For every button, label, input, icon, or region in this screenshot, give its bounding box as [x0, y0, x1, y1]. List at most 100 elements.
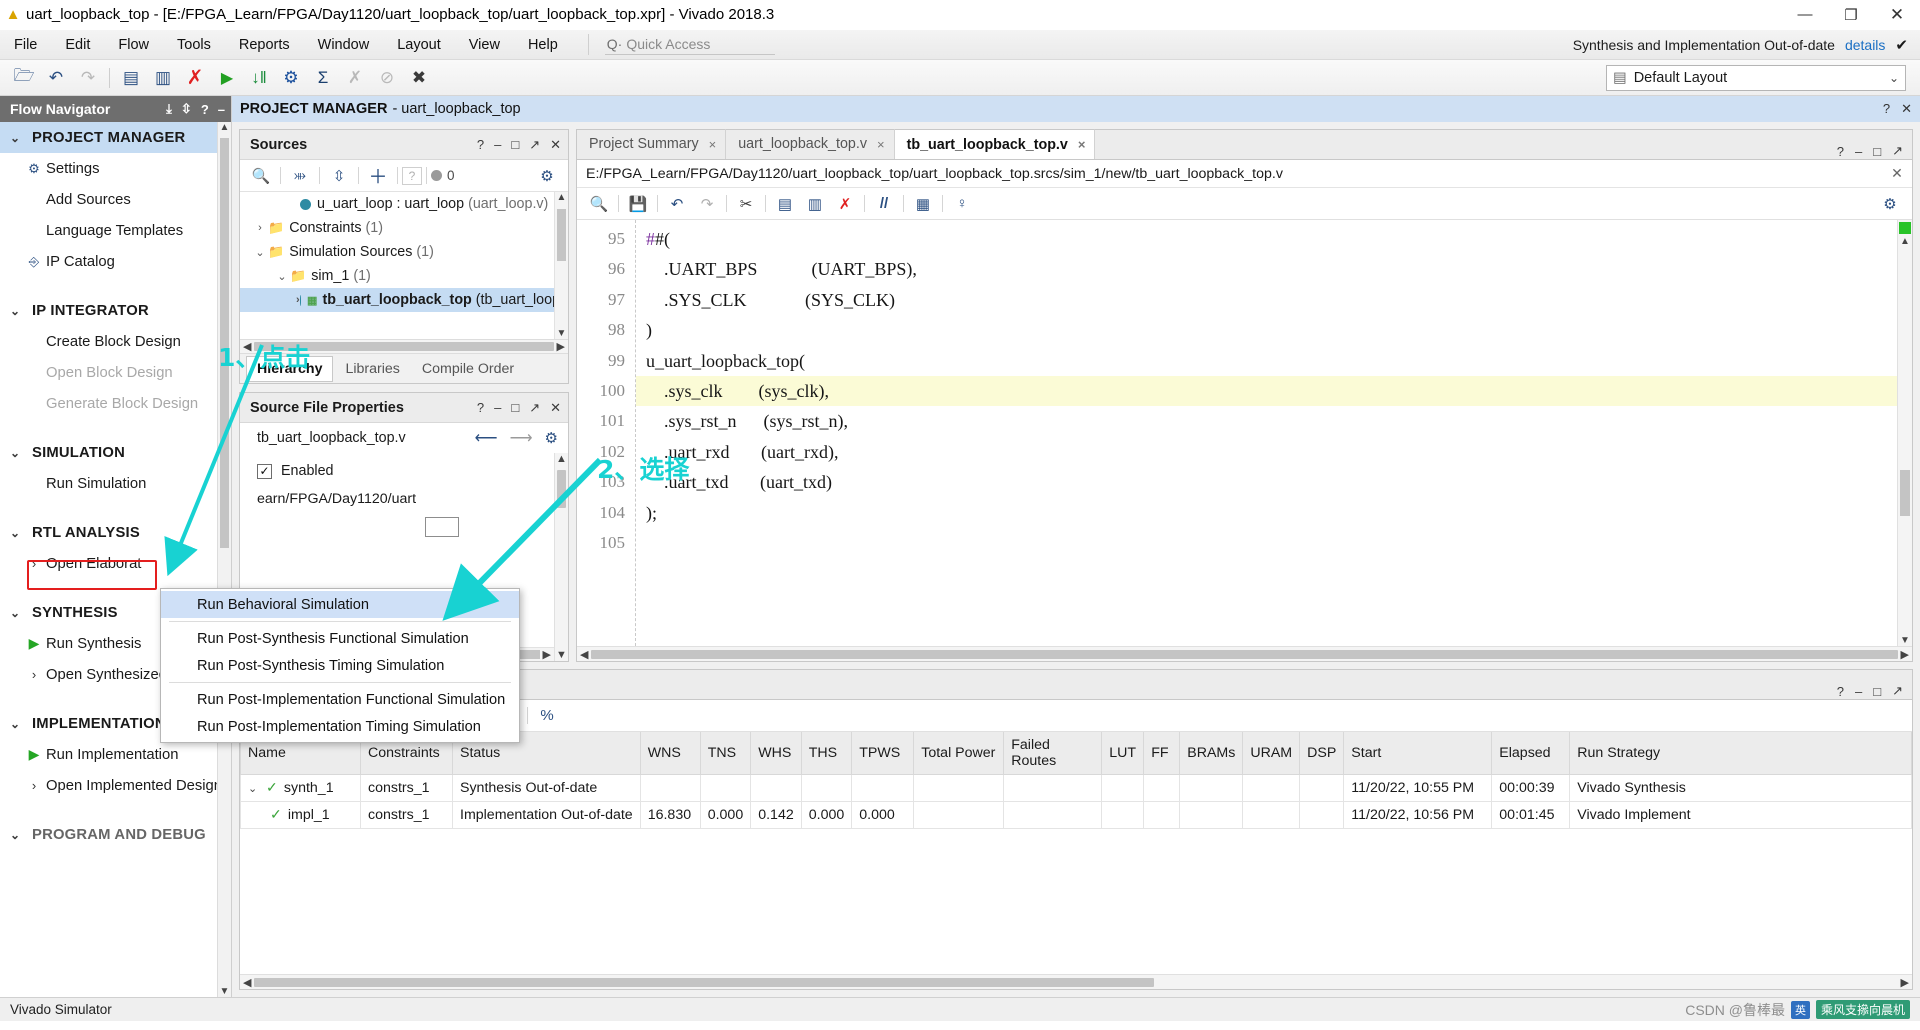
maximize-icon[interactable]: □	[511, 400, 519, 416]
sidebar-section-project-manager[interactable]: ⌄ PROJECT MANAGER	[0, 122, 231, 153]
help-icon[interactable]: ?	[477, 137, 484, 153]
cut-icon[interactable]: ✂	[731, 191, 761, 217]
scroll-right-arrow-icon[interactable]: ▶	[1901, 648, 1909, 661]
code-text-area[interactable]: ##(#( .UART_BPS (UART_BPS), .SYS_CLK (SY…	[635, 220, 1912, 646]
menu-tools[interactable]: Tools	[163, 34, 225, 56]
maximize-icon[interactable]: □	[511, 137, 519, 153]
col-whs[interactable]: WHS	[750, 732, 802, 775]
scroll-up-arrow-icon[interactable]: ▲	[218, 122, 231, 133]
scroll-up-arrow-icon[interactable]: ▲	[555, 192, 568, 203]
float-icon[interactable]: ↗	[529, 400, 540, 416]
sidebar-item-open-implemented-design[interactable]: › Open Implemented Design	[0, 770, 231, 801]
sidebar-section-simulation[interactable]: ⌄ SIMULATION	[0, 437, 231, 468]
menu-flow[interactable]: Flow	[104, 34, 163, 56]
sidebar-item-ip-catalog[interactable]: ⎆ IP Catalog	[0, 246, 231, 277]
scroll-left-arrow-icon[interactable]: ◀	[243, 976, 251, 989]
tab-project-summary[interactable]: Project Summary ×	[577, 129, 727, 159]
col-brams[interactable]: BRAMs	[1179, 732, 1244, 775]
chevron-down-icon[interactable]: ⌄	[248, 782, 260, 795]
col-run-strategy[interactable]: Run Strategy	[1569, 732, 1912, 775]
float-icon[interactable]: ↗	[1892, 683, 1903, 699]
scroll-left-arrow-icon[interactable]: ◀	[243, 340, 251, 353]
menu-view[interactable]: View	[455, 34, 514, 56]
collapse-all-icon[interactable]: ⤓	[166, 101, 172, 117]
menu-help[interactable]: Help	[514, 34, 572, 56]
copy-icon[interactable]: ▤	[115, 63, 147, 93]
details-link[interactable]: details	[1845, 37, 1885, 53]
help-icon[interactable]: ?	[201, 102, 209, 117]
menu-file[interactable]: File	[0, 34, 51, 56]
tree-item-tb-uart-loopback-top[interactable]: › ▦ tb_uart_loopback_top (tb_uart_loopb	[240, 288, 568, 312]
quick-access-input[interactable]: Q· Quick Access	[604, 34, 775, 55]
scroll-thumb[interactable]	[591, 649, 1898, 659]
col-ths[interactable]: THS	[800, 732, 853, 775]
code-hscrollbar[interactable]: ◀ ▶	[577, 646, 1912, 661]
maximize-button[interactable]: ❐	[1828, 0, 1874, 30]
settings-gear-icon[interactable]: ⚙	[545, 429, 558, 447]
settings-gear-icon[interactable]: ⚙	[1875, 191, 1905, 217]
design-runs-hscrollbar[interactable]: ◀ ▶	[240, 974, 1912, 989]
settings-gear-icon[interactable]: ⚙	[275, 63, 307, 93]
percent-icon[interactable]: %	[532, 703, 562, 729]
menu-item-run-post-implementation-functional-simulation[interactable]: Run Post-Implementation Functional Simul…	[161, 686, 519, 713]
chevron-down-icon[interactable]: ⌄	[274, 270, 290, 283]
paste-icon[interactable]: ▥	[800, 191, 830, 217]
menu-item-run-post-implementation-timing-simulation[interactable]: Run Post-Implementation Timing Simulatio…	[161, 713, 519, 740]
tree-item-u-uart-loop[interactable]: u_uart_loop : uart_loop (uart_loop.v)	[240, 192, 568, 216]
menu-layout[interactable]: Layout	[383, 34, 455, 56]
menu-edit[interactable]: Edit	[51, 34, 104, 56]
tab-tb-uart-loopback-top[interactable]: tb_uart_loopback_top.v ×	[894, 129, 1096, 159]
col-tpws[interactable]: TPWS	[851, 732, 915, 775]
scroll-up-arrow-icon[interactable]: ▲	[1898, 236, 1912, 247]
menu-window[interactable]: Window	[304, 34, 384, 56]
close-button[interactable]: ✕	[1874, 0, 1920, 30]
close-icon[interactable]: ✕	[550, 400, 561, 416]
sources-tree-vscrollbar[interactable]: ▲ ▼	[554, 192, 568, 339]
scroll-thumb[interactable]	[254, 342, 554, 351]
tab-compile-order[interactable]: Compile Order	[412, 357, 524, 381]
indent-icon[interactable]: ▦	[908, 191, 938, 217]
tab-uart-loopback-top[interactable]: uart_loopback_top.v ×	[726, 129, 895, 159]
sources-tree[interactable]: u_uart_loop : uart_loop (uart_loop.v) › …	[240, 192, 568, 339]
settings-gear-icon[interactable]: ⚙	[532, 163, 562, 189]
col-total-power[interactable]: Total Power	[913, 732, 1005, 775]
expand-all-icon[interactable]: ⇳	[324, 163, 354, 189]
delete-icon[interactable]: ✗	[179, 63, 211, 93]
col-uram[interactable]: URAM	[1242, 732, 1301, 775]
run-simulation-context-menu[interactable]: Run Behavioral Simulation Run Post-Synth…	[160, 588, 520, 743]
tree-item-constraints[interactable]: › 📁 Constraints (1)	[240, 216, 568, 240]
scroll-right-arrow-icon[interactable]: ▶	[1901, 976, 1909, 989]
paste-icon[interactable]: ▥	[147, 63, 179, 93]
menu-item-run-behavioral-simulation[interactable]: Run Behavioral Simulation	[161, 591, 519, 618]
close-icon[interactable]: ×	[877, 137, 885, 152]
close-icon[interactable]: ✕	[1891, 166, 1903, 182]
source-props-vscrollbar[interactable]: ▲ ▼	[554, 453, 568, 661]
float-icon[interactable]: ↗	[529, 137, 540, 153]
tree-item-sim-1[interactable]: ⌄ 📁 sim_1 (1)	[240, 264, 568, 288]
scroll-down-arrow-icon[interactable]: ▼	[555, 328, 568, 339]
sidebar-item-settings[interactable]: ⚙ Settings	[0, 153, 231, 184]
sources-tree-hscrollbar[interactable]: ◀ ▶	[240, 339, 568, 353]
col-dsp[interactable]: DSP	[1299, 732, 1345, 775]
help-icon[interactable]: ?	[1883, 101, 1890, 117]
col-tns[interactable]: TNS	[699, 732, 752, 775]
expand-collapse-icon[interactable]: ⇳	[181, 101, 192, 117]
col-wns[interactable]: WNS	[639, 732, 701, 775]
code-view[interactable]: 95 96 97 98 99 100 101 102 103 104 105 #…	[577, 220, 1912, 646]
sidebar-section-ip-integrator[interactable]: ⌄ IP INTEGRATOR	[0, 295, 231, 326]
menu-item-run-post-synthesis-timing-simulation[interactable]: Run Post-Synthesis Timing Simulation	[161, 652, 519, 679]
col-failed-routes[interactable]: Failed Routes	[1003, 732, 1103, 775]
search-icon[interactable]: 🔍	[584, 191, 614, 217]
tree-item-simulation-sources[interactable]: ⌄ 📁 Simulation Sources (1)	[240, 240, 568, 264]
scroll-thumb[interactable]	[557, 209, 566, 261]
enabled-checkbox[interactable]: ✓	[257, 463, 272, 479]
run-icon[interactable]: ▶	[211, 63, 243, 93]
close-icon[interactable]: ×	[709, 137, 717, 152]
maximize-icon[interactable]: □	[1873, 684, 1881, 699]
layout-select[interactable]: ▤ Default Layout ⌄	[1606, 64, 1906, 91]
arrow-left-icon[interactable]: ⟵	[475, 428, 498, 448]
sum-icon[interactable]: Σ	[307, 63, 339, 93]
maximize-icon[interactable]: □	[1873, 144, 1881, 159]
help-icon[interactable]: ?	[1837, 684, 1844, 699]
chevron-right-icon[interactable]: ›	[252, 222, 268, 234]
